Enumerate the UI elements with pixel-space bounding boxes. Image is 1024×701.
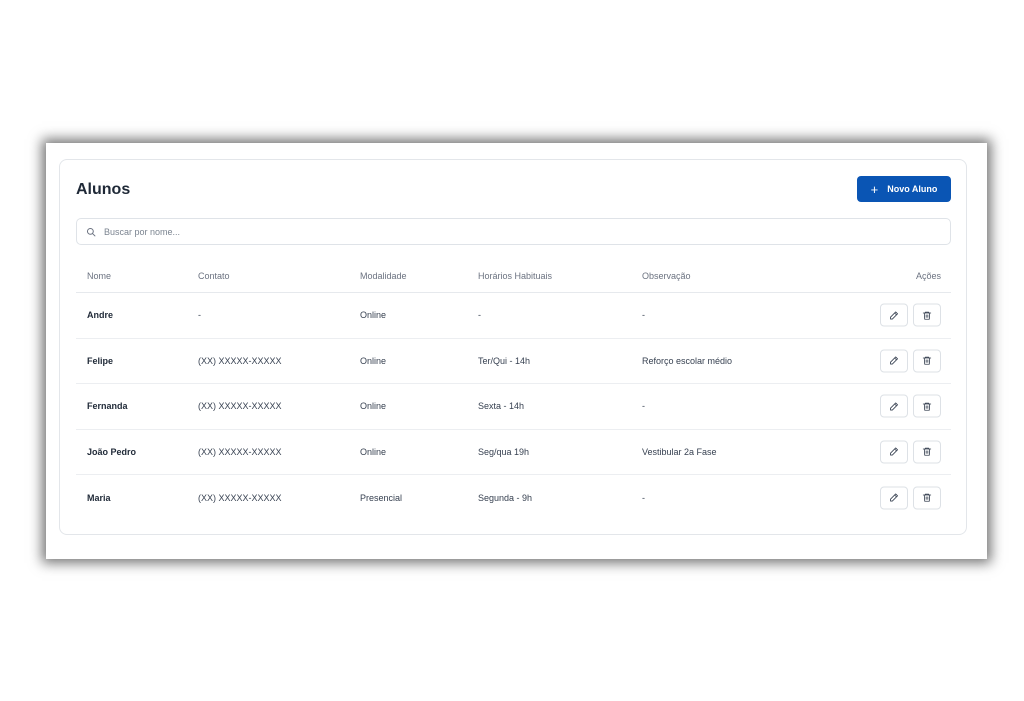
cell-nome: Maria xyxy=(87,492,111,503)
table-row: Fernanda (XX) XXXXX-XXXXX Online Sexta -… xyxy=(76,384,951,430)
pencil-icon xyxy=(890,311,898,320)
table-row: Felipe (XX) XXXXX-XXXXX Online Ter/Qui -… xyxy=(76,339,951,384)
delete-button[interactable] xyxy=(913,349,941,373)
row-actions xyxy=(880,303,941,327)
search-box[interactable] xyxy=(76,218,951,245)
cell-contato: (XX) XXXXX-XXXXX xyxy=(198,492,282,503)
header-nome: Nome xyxy=(87,271,112,281)
cell-modalidade: Online xyxy=(360,355,387,366)
cell-nome: Andre xyxy=(87,310,114,321)
cell-observacao: - xyxy=(642,310,645,321)
search-input[interactable] xyxy=(104,226,924,237)
edit-button[interactable] xyxy=(880,394,908,418)
delete-button[interactable] xyxy=(913,303,941,327)
row-actions xyxy=(880,440,941,464)
page-title: Alunos xyxy=(76,181,131,198)
cell-horarios: Sexta - 14h xyxy=(478,401,525,412)
cell-modalidade: Online xyxy=(360,401,387,412)
trash-icon xyxy=(922,311,932,320)
edit-button[interactable] xyxy=(880,303,908,327)
delete-button[interactable] xyxy=(913,440,941,464)
app-window: Alunos + Novo Aluno Nome Contato Modalid… xyxy=(46,143,987,559)
table-row: Maria (XX) XXXXX-XXXXX Presencial Segund… xyxy=(76,475,951,521)
header-observacao: Observação xyxy=(642,271,691,281)
pencil-icon xyxy=(890,493,898,502)
cell-horarios: Seg/qua 19h xyxy=(478,446,530,457)
cell-observacao: Reforço escolar médio xyxy=(642,355,733,366)
row-actions xyxy=(880,486,941,510)
cell-horarios: Segunda - 9h xyxy=(478,492,533,503)
pencil-icon xyxy=(890,356,898,365)
delete-button[interactable] xyxy=(913,394,941,418)
trash-icon xyxy=(922,402,932,411)
cell-nome: Fernanda xyxy=(87,401,128,412)
cell-contato: (XX) XXXXX-XXXXX xyxy=(198,355,282,366)
header-horarios: Horários Habituais xyxy=(478,271,553,281)
cell-modalidade: Online xyxy=(360,310,387,321)
table-body: Andre - Online - - Felipe (XX) XXXXX-XXX… xyxy=(76,293,951,521)
cell-modalidade: Presencial xyxy=(360,492,403,503)
row-actions xyxy=(880,349,941,373)
trash-icon xyxy=(922,448,932,456)
cell-contato: - xyxy=(198,310,201,321)
table-header: Nome Contato Modalidade Horários Habitua… xyxy=(76,258,951,293)
search-icon xyxy=(86,227,96,236)
cell-modalidade: Online xyxy=(360,446,387,457)
delete-button[interactable] xyxy=(913,486,941,510)
cell-contato: (XX) XXXXX-XXXXX xyxy=(198,446,282,457)
new-student-button[interactable]: + Novo Aluno xyxy=(857,176,951,202)
edit-button[interactable] xyxy=(880,349,908,373)
new-student-button-label: Novo Aluno xyxy=(887,184,938,194)
plus-icon: + xyxy=(870,181,879,197)
cell-horarios: Ter/Qui - 14h xyxy=(478,355,531,366)
cell-contato: (XX) XXXXX-XXXXX xyxy=(198,401,282,412)
trash-icon xyxy=(922,357,932,365)
header-acoes: Ações xyxy=(915,271,941,281)
students-card: Alunos + Novo Aluno Nome Contato Modalid… xyxy=(59,159,967,535)
cell-observacao: Vestibular 2a Fase xyxy=(642,446,717,457)
pencil-icon xyxy=(890,402,898,411)
table-row: Andre - Online - - xyxy=(76,293,951,339)
cell-horarios: - xyxy=(478,310,481,321)
cell-nome: João Pedro xyxy=(87,446,137,457)
cell-nome: Felipe xyxy=(87,355,114,366)
header-modalidade: Modalidade xyxy=(360,271,407,281)
cell-observacao: - xyxy=(642,492,645,503)
trash-icon xyxy=(922,494,932,502)
edit-button[interactable] xyxy=(880,486,908,510)
students-table: Nome Contato Modalidade Horários Habitua… xyxy=(76,258,951,521)
header-contato: Contato xyxy=(198,271,230,281)
table-row: João Pedro (XX) XXXXX-XXXXX Online Seg/q… xyxy=(76,430,951,475)
cell-observacao: - xyxy=(642,401,645,412)
edit-button[interactable] xyxy=(880,440,908,464)
pencil-icon xyxy=(890,447,898,456)
row-actions xyxy=(880,394,941,418)
